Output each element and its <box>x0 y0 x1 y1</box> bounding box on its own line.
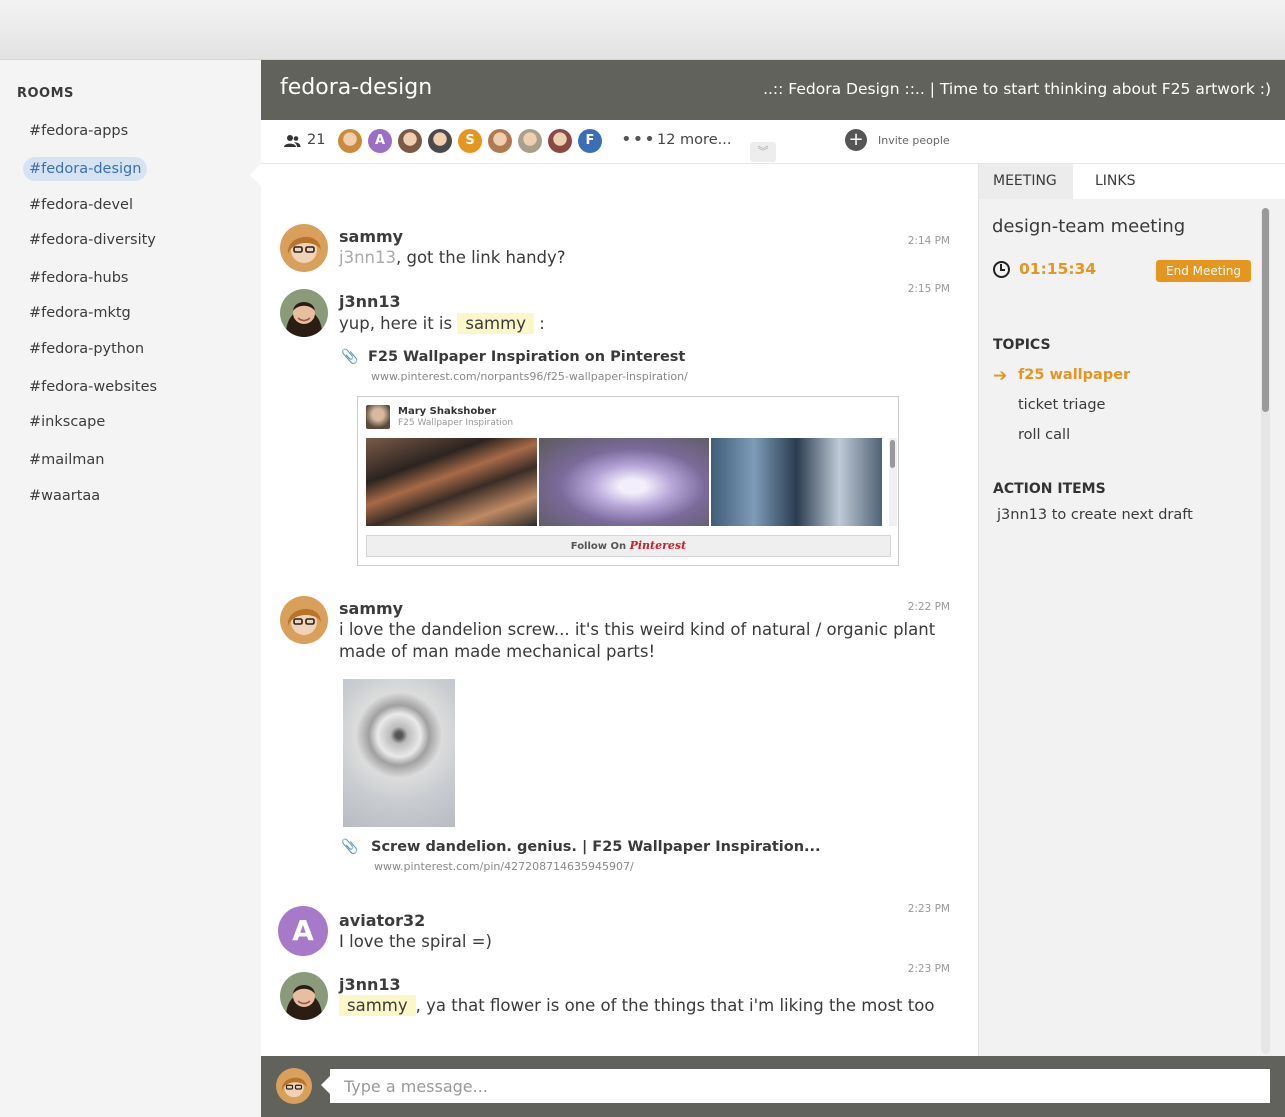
topic-item-current[interactable]: f25 wallpaper <box>1018 367 1130 383</box>
room-fedora-mktg[interactable]: #fedora-mktg <box>23 301 137 325</box>
message-text: sammy, ya that flower is one of the thin… <box>339 995 934 1017</box>
room-fedora-devel[interactable]: #fedora-devel <box>23 193 139 217</box>
message-text: made of man made mechanical parts! <box>339 642 656 661</box>
member-avatars: ASF <box>338 129 602 153</box>
message-composer <box>261 1056 1285 1117</box>
message-input[interactable] <box>330 1069 1270 1103</box>
meeting-title: design-team meeting <box>992 216 1186 237</box>
room-fedora-design[interactable]: #fedora-design <box>23 157 148 181</box>
tab-meeting[interactable]: MEETING <box>979 164 1073 199</box>
member-avatar[interactable] <box>518 129 542 153</box>
room-fedora-diversity[interactable]: #fedora-diversity <box>23 228 162 252</box>
pin-scrollbar[interactable] <box>889 438 897 526</box>
room-header: fedora-design ..:: Fedora Design ::.. | … <box>261 60 1285 120</box>
room-fedora-websites[interactable]: #fedora-websites <box>23 375 163 399</box>
more-members-dots-icon[interactable]: ••• <box>621 129 656 150</box>
pin-scrollbar-thumb[interactable] <box>890 440 895 468</box>
message-timestamp: 2:23 PM <box>907 963 950 975</box>
avatar[interactable]: A <box>278 906 328 956</box>
member-avatar[interactable] <box>488 129 512 153</box>
message-text: yup, here it is sammy : <box>339 313 545 334</box>
pin-image[interactable] <box>711 438 882 526</box>
message-author[interactable]: sammy <box>339 599 403 618</box>
rooms-sidebar: ROOMS #fedora-apps #fedora-design #fedor… <box>0 60 261 1117</box>
room-inkscape[interactable]: #inkscape <box>23 410 111 434</box>
invite-people-link[interactable]: Invite people <box>878 134 950 147</box>
action-items-heading: ACTION ITEMS <box>993 481 1106 497</box>
message-author[interactable]: aviator32 <box>339 911 425 930</box>
clock-icon <box>993 261 1010 278</box>
pin-owner-name[interactable]: Mary Shakshober <box>398 406 496 417</box>
room-waartaa[interactable]: #waartaa <box>23 484 106 508</box>
arrow-right-icon: ➔ <box>993 366 1008 386</box>
message-timestamp: 2:22 PM <box>907 601 950 613</box>
message-text: i love the dandelion screw... it's this … <box>339 620 936 639</box>
action-item: j3nn13 to create next draft <box>997 507 1193 523</box>
message-timestamp: 2:14 PM <box>907 235 950 247</box>
meeting-panel: MEETING LINKS design-team meeting 01:15:… <box>978 164 1285 1056</box>
member-avatar[interactable]: F <box>578 129 602 153</box>
avatar[interactable] <box>280 972 328 1020</box>
pin-owner-avatar <box>366 405 390 429</box>
user-mention[interactable]: j3nn13 <box>339 248 396 267</box>
pinterest-board-embed[interactable]: Mary Shakshober F25 Wallpaper Inspiratio… <box>357 396 899 566</box>
panel-tabs: MEETING LINKS <box>979 164 1285 199</box>
plus-circle-icon[interactable]: + <box>845 129 867 151</box>
tab-links[interactable]: LINKS <box>1081 164 1165 199</box>
people-icon <box>284 135 301 147</box>
avatar[interactable] <box>280 289 328 337</box>
members-bar: 21 A S F ••• 12 more... ︾ + Invite people <box>261 120 1285 164</box>
link-preview-url[interactable]: www.pinterest.com/pin/427208714635945907… <box>374 860 634 873</box>
message-timestamp: 2:23 PM <box>907 903 950 915</box>
room-fedora-python[interactable]: #fedora-python <box>23 337 150 361</box>
composer-notch <box>321 1076 330 1094</box>
window-title-bar <box>0 0 1285 60</box>
room-fedora-hubs[interactable]: #fedora-hubs <box>23 266 134 290</box>
topics-heading: TOPICS <box>993 337 1051 353</box>
message-author[interactable]: sammy <box>339 227 403 246</box>
more-members-link[interactable]: 12 more... <box>657 132 731 148</box>
link-preview-title[interactable]: Screw dandelion. genius. | F25 Wallpaper… <box>371 839 821 855</box>
follow-on-pinterest-button[interactable]: Follow On Pinterest <box>366 535 891 557</box>
member-avatar[interactable] <box>548 129 572 153</box>
active-room-indicator <box>250 164 261 186</box>
message-text: I love the spiral =) <box>339 932 492 951</box>
room-mailman[interactable]: #mailman <box>23 448 110 472</box>
end-meeting-button[interactable]: End Meeting <box>1156 260 1251 282</box>
panel-scrollbar-thumb[interactable] <box>1262 208 1269 412</box>
user-mention[interactable]: sammy <box>457 313 534 334</box>
my-avatar[interactable] <box>276 1068 312 1104</box>
topic-item[interactable]: roll call <box>1018 427 1070 443</box>
member-avatar[interactable]: A <box>368 129 392 153</box>
member-avatar[interactable]: S <box>458 129 482 153</box>
room-topic: ..:: Fedora Design ::.. | Time to start … <box>763 80 1271 98</box>
message-author[interactable]: j3nn13 <box>339 292 401 311</box>
user-mention[interactable]: sammy <box>339 995 416 1016</box>
panel-scrollbar[interactable] <box>1261 208 1270 1054</box>
expand-members-button[interactable]: ︾ <box>750 142 776 162</box>
chat-messages: sammy 2:14 PM j3nn13, got the link handy… <box>261 164 978 1056</box>
link-preview-url[interactable]: www.pinterest.com/norpants96/f25-wallpap… <box>371 370 688 383</box>
avatar[interactable] <box>280 596 328 644</box>
dandelion-image[interactable] <box>343 679 455 827</box>
room-title: fedora-design <box>280 75 433 100</box>
pin-image[interactable] <box>539 438 709 526</box>
paperclip-icon: 📎 <box>341 349 359 365</box>
paperclip-icon: 📎 <box>341 839 359 855</box>
member-avatar[interactable] <box>398 129 422 153</box>
member-count: 21 <box>307 132 326 148</box>
message-author[interactable]: j3nn13 <box>339 975 401 994</box>
link-preview-title[interactable]: F25 Wallpaper Inspiration on Pinterest <box>368 349 685 365</box>
message-timestamp: 2:15 PM <box>907 283 950 295</box>
room-fedora-apps[interactable]: #fedora-apps <box>23 119 134 143</box>
pin-image[interactable] <box>366 438 537 526</box>
member-avatar[interactable] <box>428 129 452 153</box>
pin-board-name: F25 Wallpaper Inspiration <box>398 418 514 428</box>
avatar[interactable] <box>280 224 328 272</box>
member-avatar[interactable] <box>338 129 362 153</box>
rooms-heading: ROOMS <box>17 86 74 101</box>
topic-item[interactable]: ticket triage <box>1018 397 1105 413</box>
meeting-timer: 01:15:34 <box>1019 260 1097 278</box>
message-text: j3nn13, got the link handy? <box>339 248 566 267</box>
